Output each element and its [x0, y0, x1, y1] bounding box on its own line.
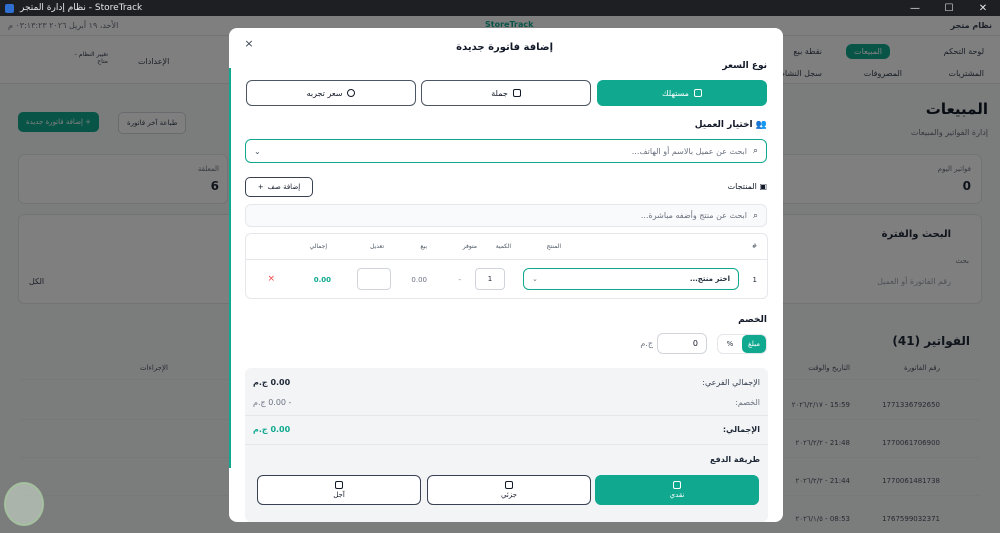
- edit-price-input[interactable]: [357, 268, 391, 290]
- row-total-value: 0.00: [313, 276, 331, 284]
- new-invoice-modal: إضافة فاتورة جديدة × نوع السعر مستهلك جم…: [229, 28, 783, 522]
- app-icon: [5, 3, 14, 13]
- tag-icon: [693, 89, 702, 97]
- products-table-header: # المنتج الكمية متوفر بيع تعديل إجمالي: [246, 234, 767, 260]
- users-icon: 👥: [755, 120, 767, 130]
- total-value: 0.00 ج.م: [253, 425, 291, 434]
- window-titlebar: نظام إدارة المتجر - StoreTrack — ☐ ✕: [0, 0, 1000, 16]
- products-label: ▣ المنتجات: [727, 182, 767, 191]
- store-icon: [512, 89, 521, 97]
- maximize-button[interactable]: ☐: [932, 3, 966, 14]
- customer-label: 👥 اختيار العميل: [694, 120, 767, 130]
- product-search-input[interactable]: ⌕ ابحث عن منتج وأضفه مباشرة...: [245, 204, 767, 227]
- delete-row-icon[interactable]: ×: [267, 274, 275, 284]
- discount-label: الخصم: [738, 315, 767, 325]
- payment-partial-button[interactable]: جزئي: [427, 475, 591, 505]
- total-label: الإجمالي:: [722, 425, 760, 434]
- close-window-button[interactable]: ✕: [966, 3, 1000, 14]
- product-row: 1 اختر منتج... ⌄ 1 - 0.00 0.00 ×: [246, 260, 767, 300]
- products-table: # المنتج الكمية متوفر بيع تعديل إجمالي 1…: [245, 233, 768, 299]
- search-icon: ⌕: [752, 146, 758, 156]
- available-value: -: [458, 276, 461, 284]
- customer-search-input[interactable]: ⌕ ابحث عن عميل بالاسم أو الهاتف... ⌄: [245, 139, 767, 163]
- discount-value-input[interactable]: 0: [657, 333, 707, 354]
- payment-cash-button[interactable]: نقدي: [595, 475, 759, 505]
- price-type-consumer-button[interactable]: مستهلك: [597, 80, 767, 106]
- discount-summary-value: - 0.00 ج.م: [253, 398, 292, 407]
- subtotal-label: الإجمالي الفرعي:: [702, 378, 760, 387]
- discount-currency: ج.م: [640, 339, 653, 348]
- split-icon: [505, 481, 513, 489]
- discount-amount-option[interactable]: مبلغ: [742, 335, 766, 353]
- wallet-icon: [335, 481, 343, 489]
- chevron-down-icon: ⌄: [532, 275, 538, 283]
- sell-price-value: 0.00: [411, 276, 427, 284]
- add-row-button[interactable]: إضافة صف +: [245, 177, 313, 197]
- clock-icon: [347, 89, 356, 97]
- subtotal-value: 0.00 ج.م: [253, 378, 291, 387]
- discount-summary-label: الخصم:: [735, 398, 760, 407]
- quantity-input[interactable]: 1: [475, 268, 505, 290]
- price-type-label: نوع السعر: [722, 61, 767, 71]
- box-icon: ▣: [759, 182, 767, 191]
- chevron-down-icon: ⌄: [254, 146, 261, 156]
- minimize-button[interactable]: —: [898, 3, 932, 14]
- price-type-trial-button[interactable]: سعر تجربه: [246, 80, 416, 106]
- window-title: نظام إدارة المتجر - StoreTrack: [20, 3, 143, 13]
- summary-divider: [245, 444, 768, 445]
- discount-mode-toggle: مبلغ %: [717, 334, 767, 354]
- price-type-wholesale-button[interactable]: جملة: [421, 80, 591, 106]
- cash-icon: [673, 481, 681, 489]
- discount-percent-option[interactable]: %: [718, 335, 742, 353]
- search-icon: ⌕: [752, 210, 758, 221]
- payment-deferred-button[interactable]: آجل: [257, 475, 421, 505]
- close-icon[interactable]: ×: [241, 36, 257, 52]
- payment-label: طريقة الدفع: [710, 455, 760, 464]
- plus-icon: +: [257, 183, 264, 191]
- product-select[interactable]: اختر منتج... ⌄: [523, 268, 739, 290]
- modal-title: إضافة فاتورة جديدة: [456, 42, 553, 53]
- summary-divider: [245, 415, 768, 416]
- brand-logo: [4, 482, 44, 526]
